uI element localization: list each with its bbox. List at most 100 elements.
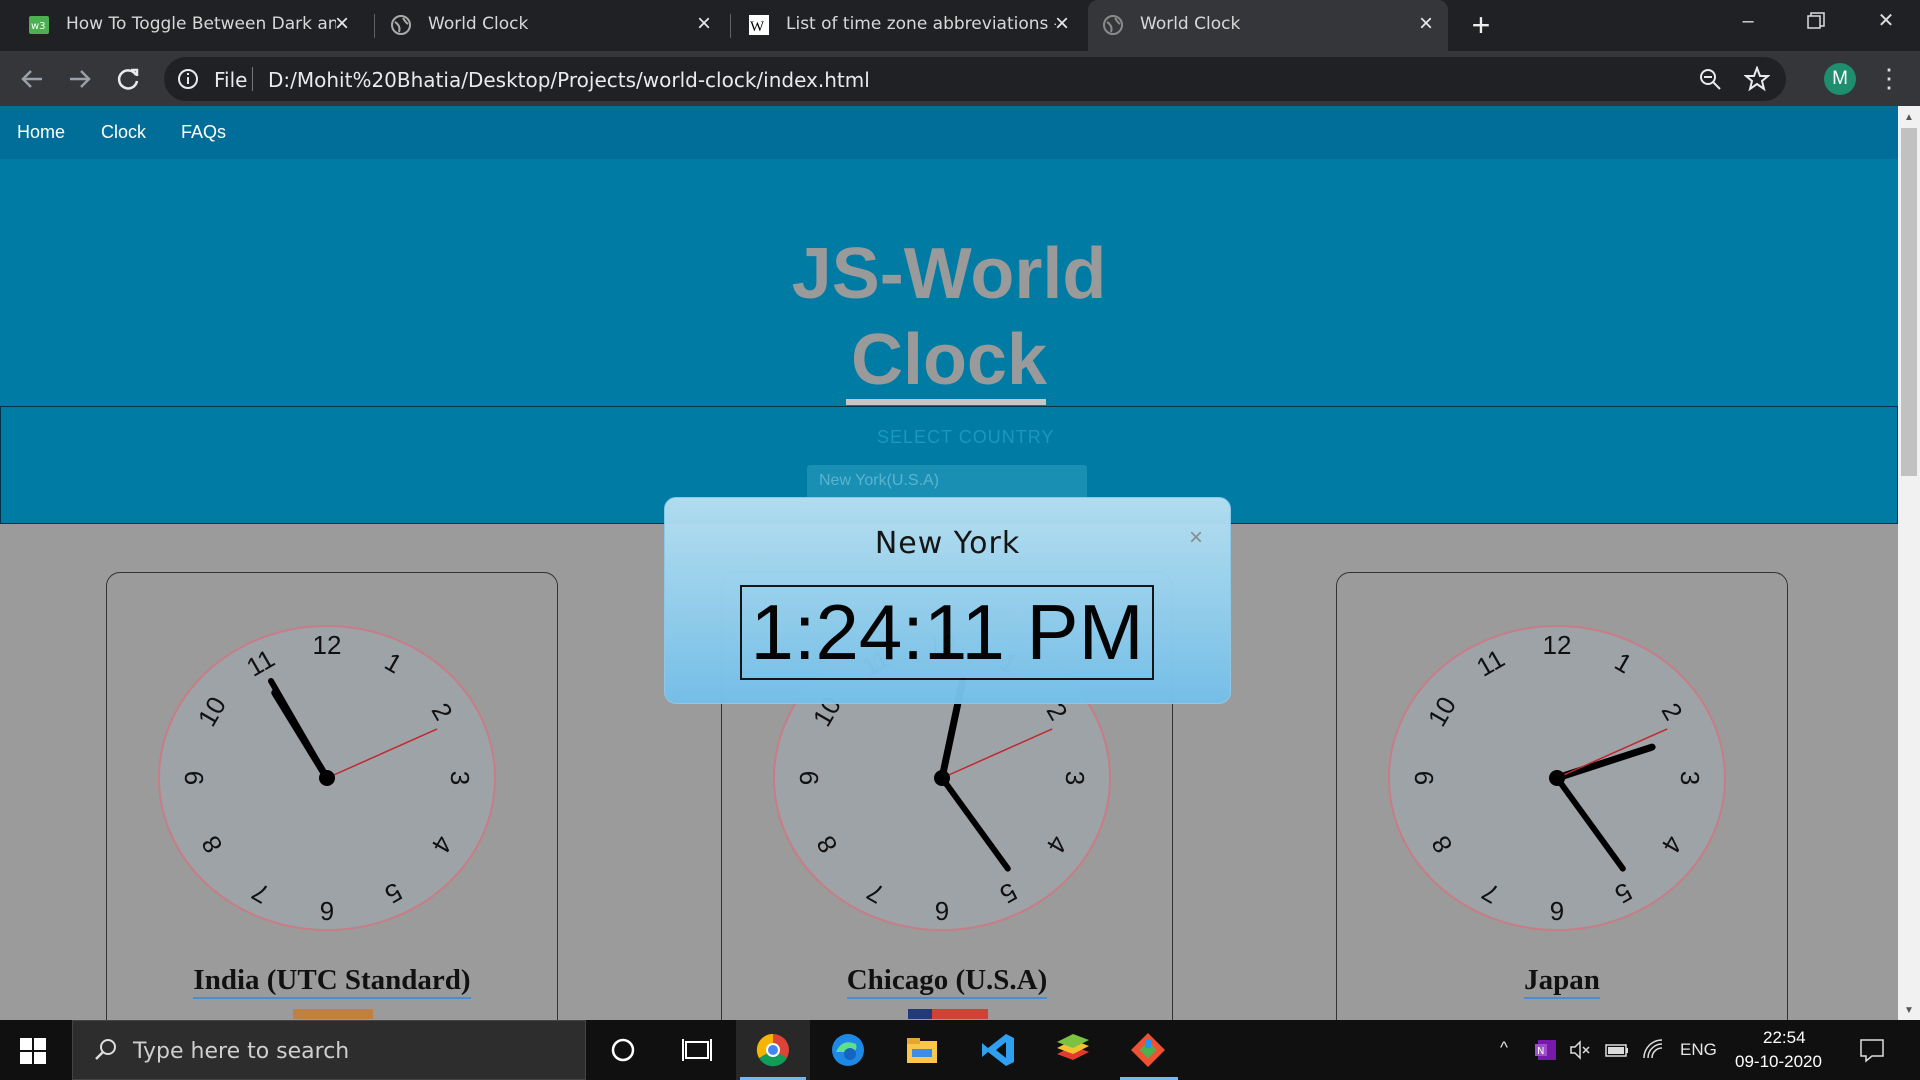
close-window-icon[interactable]: ✕ xyxy=(1866,6,1906,36)
language-indicator[interactable]: ENG xyxy=(1680,1040,1717,1060)
globe-icon xyxy=(1103,15,1123,35)
onenote-icon[interactable]: N xyxy=(1534,1038,1558,1062)
clock-card-japan: 12 1 2 3 4 5 6 7 8 9 10 11 Japan xyxy=(1336,572,1788,1020)
tab-close-icon[interactable]: × xyxy=(330,12,354,36)
clock-label[interactable]: Chicago (U.S.A) xyxy=(722,964,1172,999)
windows-start-icon[interactable] xyxy=(20,1038,46,1064)
dial-number: 6 xyxy=(935,896,949,926)
dial-number: 9 xyxy=(179,771,209,785)
reload-icon[interactable] xyxy=(112,63,144,95)
profile-avatar[interactable]: M xyxy=(1824,63,1856,95)
time-modal: New York × 1:24:11 PM xyxy=(664,497,1231,704)
new-tab-button[interactable]: + xyxy=(1466,9,1496,41)
scheme-label: File xyxy=(214,68,248,92)
bookmark-star-icon[interactable] xyxy=(1744,66,1770,92)
analog-clock-japan: 121234567891011 xyxy=(1388,625,1726,931)
taskbar-search-box[interactable]: Type here to search xyxy=(72,1020,586,1080)
wikipedia-icon: W xyxy=(749,15,769,35)
bluestacks-icon[interactable] xyxy=(1053,1030,1093,1070)
dial-number: 3 xyxy=(1060,771,1090,785)
wifi-icon[interactable] xyxy=(1642,1038,1668,1062)
zoom-out-icon[interactable] xyxy=(1698,67,1722,91)
dial-number: 6 xyxy=(1550,896,1564,926)
git-icon[interactable] xyxy=(1128,1030,1168,1070)
tab-title: World Clock xyxy=(428,14,529,34)
search-icon xyxy=(95,1039,116,1060)
notification-icon[interactable] xyxy=(1858,1036,1886,1064)
usa-flag-icon xyxy=(908,1009,988,1019)
dial-number: 3 xyxy=(1675,771,1705,785)
scroll-thumb[interactable] xyxy=(1901,128,1917,476)
menu-icon[interactable]: ⋮ xyxy=(1876,63,1902,95)
tab-close-icon[interactable]: × xyxy=(1414,12,1438,36)
digital-time-display: 1:24:11 PM xyxy=(740,585,1154,680)
dial-number: 6 xyxy=(320,896,334,926)
tab-world-clock-1[interactable]: World Clock × xyxy=(376,0,726,51)
hero-section: JS-World Clock xyxy=(0,159,1898,408)
clock-label[interactable]: India (UTC Standard) xyxy=(107,964,557,999)
tab-title: World Clock xyxy=(1140,14,1241,34)
modal-close-icon[interactable]: × xyxy=(1189,524,1203,552)
dial-number: 12 xyxy=(313,630,342,660)
scroll-down-icon[interactable]: ▼ xyxy=(1904,1005,1914,1016)
tab-close-icon[interactable]: × xyxy=(1050,12,1074,36)
tab-timezone-wiki[interactable]: W List of time zone abbreviations - Wiki… xyxy=(734,0,1084,51)
tab-separator xyxy=(374,14,375,38)
tab-title: List of time zone abbreviations - Wikipe… xyxy=(786,14,1056,34)
india-flag-icon xyxy=(293,1009,373,1019)
dial-number: 3 xyxy=(445,771,475,785)
clock-center xyxy=(1549,770,1565,786)
modal-city-title: New York xyxy=(874,526,1021,561)
clock-center xyxy=(319,770,335,786)
show-hidden-icons[interactable]: ^ xyxy=(1500,1038,1508,1058)
page-scrollbar[interactable]: ▲ ▼ xyxy=(1898,106,1920,1020)
select-country-label: SELECT COUNTRY xyxy=(877,427,1055,447)
scroll-up-icon[interactable]: ▲ xyxy=(1904,112,1914,123)
tab-strip: w3 How To Toggle Between Dark and Light … xyxy=(0,0,1920,51)
svg-text:w3: w3 xyxy=(31,21,46,32)
globe-icon xyxy=(391,15,411,35)
restore-icon[interactable] xyxy=(1796,6,1836,36)
url-text[interactable]: D:/Mohit%20Bhatia/Desktop/Projects/world… xyxy=(268,68,870,92)
vscode-icon[interactable] xyxy=(978,1030,1018,1070)
dial-number: 9 xyxy=(1409,771,1439,785)
forward-icon[interactable] xyxy=(64,63,96,95)
address-bar[interactable]: File D:/Mohit%20Bhatia/Desktop/Projects/… xyxy=(164,57,1786,101)
nav-clock-link[interactable]: Clock xyxy=(101,122,146,143)
page-title: JS-World Clock xyxy=(791,234,1107,400)
nav-home-link[interactable]: Home xyxy=(17,122,65,143)
site-navbar: Home Clock FAQs xyxy=(0,106,1898,159)
tab-dark-mode[interactable]: w3 How To Toggle Between Dark and Light … xyxy=(14,0,364,51)
clock-label[interactable]: Japan xyxy=(1337,964,1787,999)
system-time[interactable]: 22:54 xyxy=(1763,1028,1806,1048)
file-explorer-icon[interactable] xyxy=(902,1030,942,1070)
tab-world-clock-active[interactable]: World Clock × xyxy=(1088,0,1448,51)
windows-taskbar: Type here to search ^ N ENG 22:54 09-10-… xyxy=(0,1020,1920,1080)
title-underline xyxy=(846,399,1046,405)
svg-text:W: W xyxy=(750,19,765,35)
chrome-icon[interactable] xyxy=(753,1030,793,1070)
page-viewport: Home Clock FAQs JS-World Clock SELECT CO… xyxy=(0,106,1898,1020)
task-view-icon[interactable] xyxy=(677,1030,717,1070)
dial-number: 9 xyxy=(794,771,824,785)
clock-card-india: 12 1 2 3 4 5 6 7 8 9 10 11 India (UTC Standard) xyxy=(106,572,558,1020)
system-date[interactable]: 09-10-2020 xyxy=(1735,1052,1822,1072)
country-dropdown[interactable]: New York(U.S.A) xyxy=(807,465,1087,499)
analog-clock-india: 121234567891011 xyxy=(158,625,496,931)
cortana-icon[interactable] xyxy=(603,1030,643,1070)
browser-toolbar: File D:/Mohit%20Bhatia/Desktop/Projects/… xyxy=(0,51,1920,106)
info-icon[interactable] xyxy=(177,68,199,90)
nav-faqs-link[interactable]: FAQs xyxy=(181,122,226,143)
svg-text:N: N xyxy=(1537,1046,1544,1057)
battery-icon[interactable] xyxy=(1604,1038,1630,1062)
divider xyxy=(252,67,253,91)
search-placeholder: Type here to search xyxy=(133,1039,350,1064)
volume-muted-icon[interactable] xyxy=(1568,1038,1592,1062)
edge-icon[interactable] xyxy=(828,1030,868,1070)
tab-separator xyxy=(730,14,731,38)
w3schools-icon: w3 xyxy=(29,16,49,34)
back-icon[interactable] xyxy=(16,63,48,95)
tab-close-icon[interactable]: × xyxy=(692,12,716,36)
clock-center xyxy=(934,770,950,786)
minimize-icon[interactable]: – xyxy=(1728,6,1768,36)
